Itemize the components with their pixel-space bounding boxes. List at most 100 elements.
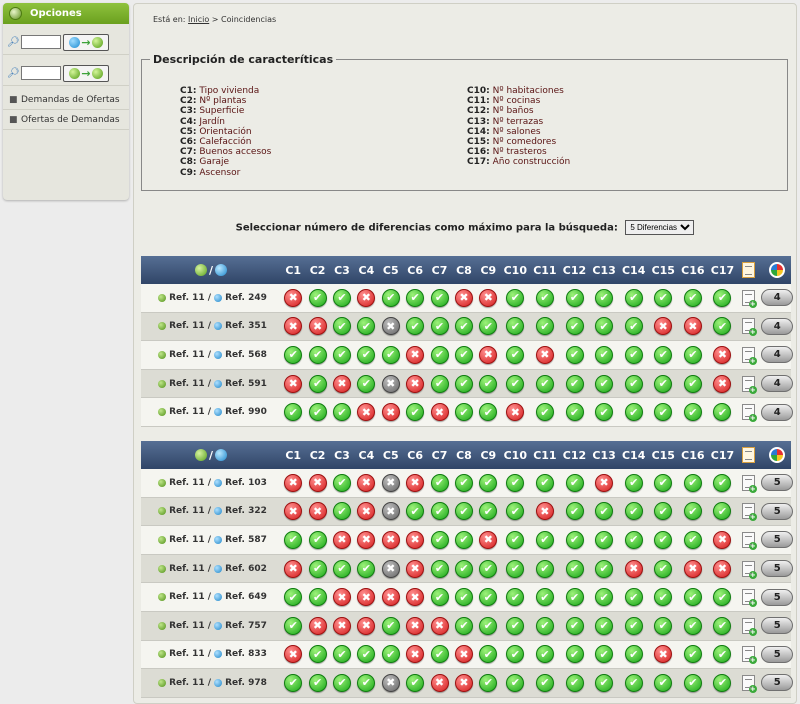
difference-count-badge[interactable]: 5 <box>761 645 794 663</box>
match-cell: ✔ <box>530 616 560 635</box>
ref-b[interactable]: Ref. 322 <box>225 506 267 516</box>
sidebar-link-demandas-de-ofertas[interactable]: ■ Demandas de Ofertas <box>3 90 129 110</box>
ref-b[interactable]: Ref. 587 <box>225 535 267 545</box>
edit-note-icon[interactable]: + <box>741 346 757 365</box>
edit-note-icon[interactable]: + <box>741 674 757 693</box>
ref-b[interactable]: Ref. 978 <box>225 678 267 688</box>
edit-note-icon[interactable]: + <box>741 617 757 636</box>
ref-b[interactable]: Ref. 591 <box>225 379 267 389</box>
ref-a[interactable]: Ref. 11 <box>169 293 205 303</box>
ref-b[interactable]: Ref. 990 <box>225 407 267 417</box>
cross-icon: ✖ <box>381 588 400 607</box>
match-cell: ✔ <box>678 473 708 492</box>
ref-a[interactable]: Ref. 11 <box>169 478 205 488</box>
check-icon: ✔ <box>713 288 732 307</box>
edit-note-icon[interactable]: + <box>741 375 757 394</box>
slash-separator: / <box>204 321 212 332</box>
match-cell: ✔ <box>648 588 678 607</box>
match-cell: ✔ <box>501 645 531 664</box>
edit-note-icon[interactable]: + <box>741 289 757 308</box>
difference-count-badge[interactable]: 5 <box>761 531 794 549</box>
edit-note-icon[interactable]: + <box>741 474 757 493</box>
edit-note-icon[interactable]: + <box>741 646 757 665</box>
slash-separator: / <box>208 448 214 462</box>
ref-b[interactable]: Ref. 649 <box>225 592 267 602</box>
ref-a[interactable]: Ref. 11 <box>169 621 205 631</box>
edit-note-icon[interactable]: + <box>741 531 757 550</box>
difference-count-badge[interactable]: 4 <box>761 289 794 307</box>
search-input-1[interactable] <box>21 35 61 49</box>
edit-note-icon[interactable]: + <box>741 503 757 522</box>
search-input-2[interactable] <box>21 66 61 80</box>
match-cell: ✖ <box>708 374 738 393</box>
difference-count-badge[interactable]: 5 <box>761 560 794 578</box>
characteristic-item: C16: Nº trasteros <box>467 147 570 157</box>
ref-a[interactable]: Ref. 11 <box>169 678 205 688</box>
differences-select[interactable]: 5 Diferencias <box>625 220 695 235</box>
difference-count-badge[interactable]: 5 <box>761 674 794 692</box>
blue-ball-icon <box>215 449 228 461</box>
match-cell: ✔ <box>281 673 305 692</box>
ref-a[interactable]: Ref. 11 <box>169 564 205 574</box>
ref-a[interactable]: Ref. 11 <box>169 649 205 659</box>
match-cell: ✔ <box>560 559 590 578</box>
ref-a[interactable]: Ref. 11 <box>169 350 205 360</box>
ref-cell: Ref. 11 / Ref. 568 <box>141 350 281 360</box>
match-cell: ✔ <box>403 403 427 422</box>
ref-a[interactable]: Ref. 11 <box>169 506 205 516</box>
main-panel: Está en: Inicio > Coincidencias Descripc… <box>133 3 797 704</box>
sidebar-link-ofertas-de-demandas[interactable]: ■ Ofertas de Demandas <box>3 110 129 130</box>
match-cells: ✖ ✖ ✔ ✖ ✖ ✔ ✔ ✔ ✔ ✔ ✖ ✔ ✔ ✔ ✔ ✔ ✔ <box>281 502 737 521</box>
difference-count-badge[interactable]: 4 <box>761 403 794 421</box>
difference-count-badge[interactable]: 4 <box>761 317 794 335</box>
ref-b[interactable]: Ref. 833 <box>225 649 267 659</box>
difference-count-badge[interactable]: 5 <box>761 588 794 606</box>
ref-b[interactable]: Ref. 568 <box>225 350 267 360</box>
match-cell: ✔ <box>619 345 649 364</box>
edit-cell: + <box>737 617 759 636</box>
characteristic-code: C12: <box>467 106 490 117</box>
edit-note-icon[interactable]: + <box>741 589 757 608</box>
check-icon: ✔ <box>479 645 498 664</box>
match-cell: ✔ <box>648 374 678 393</box>
difference-count-badge[interactable]: 5 <box>761 474 794 492</box>
difference-count-badge[interactable]: 4 <box>761 375 794 393</box>
match-cells: ✔ ✔ ✔ ✔ ✖ ✔ ✖ ✖ ✔ ✔ ✔ ✔ ✔ ✔ ✔ ✔ ✔ <box>281 673 737 692</box>
edit-note-icon[interactable]: + <box>741 318 757 337</box>
count-cell: 5 <box>759 617 795 635</box>
ref-a[interactable]: Ref. 11 <box>169 535 205 545</box>
ref-a[interactable]: Ref. 11 <box>169 592 205 602</box>
edit-note-icon[interactable]: + <box>741 560 757 579</box>
match-cell: ✔ <box>452 345 476 364</box>
edit-note-icon[interactable]: + <box>741 404 757 423</box>
check-icon: ✔ <box>565 530 584 549</box>
match-cell: ✔ <box>305 374 329 393</box>
breadcrumb-home-link[interactable]: Inicio <box>188 15 209 24</box>
check-icon: ✔ <box>357 559 376 578</box>
ref-b[interactable]: Ref. 103 <box>225 478 267 488</box>
match-cell: ✔ <box>476 502 500 521</box>
characteristic-code: C2: <box>180 96 197 107</box>
search-go-button-2[interactable]: → <box>63 64 109 82</box>
ref-b[interactable]: Ref. 351 <box>225 321 267 331</box>
match-cell: ✖ <box>403 616 427 635</box>
match-cell: ✔ <box>501 559 531 578</box>
ref-a[interactable]: Ref. 11 <box>169 321 205 331</box>
match-cell: ✔ <box>281 530 305 549</box>
ref-b[interactable]: Ref. 757 <box>225 621 267 631</box>
match-cell: ✔ <box>619 673 649 692</box>
difference-count-badge[interactable]: 5 <box>761 502 794 520</box>
difference-count-badge[interactable]: 5 <box>761 617 794 635</box>
blue-dot-icon <box>214 322 223 331</box>
check-icon: ✔ <box>624 502 643 521</box>
match-cell: ✔ <box>708 473 738 492</box>
match-cell: ✖ <box>678 559 708 578</box>
ref-a[interactable]: Ref. 11 <box>169 407 205 417</box>
ref-b[interactable]: Ref. 249 <box>225 293 267 303</box>
ref-b[interactable]: Ref. 602 <box>225 564 267 574</box>
ref-a[interactable]: Ref. 11 <box>169 379 205 389</box>
characteristic-item: C12: Nº baños <box>467 106 570 116</box>
search-go-button-1[interactable]: → <box>63 33 109 51</box>
difference-count-badge[interactable]: 4 <box>761 346 794 364</box>
column-header: C9 <box>480 448 497 462</box>
